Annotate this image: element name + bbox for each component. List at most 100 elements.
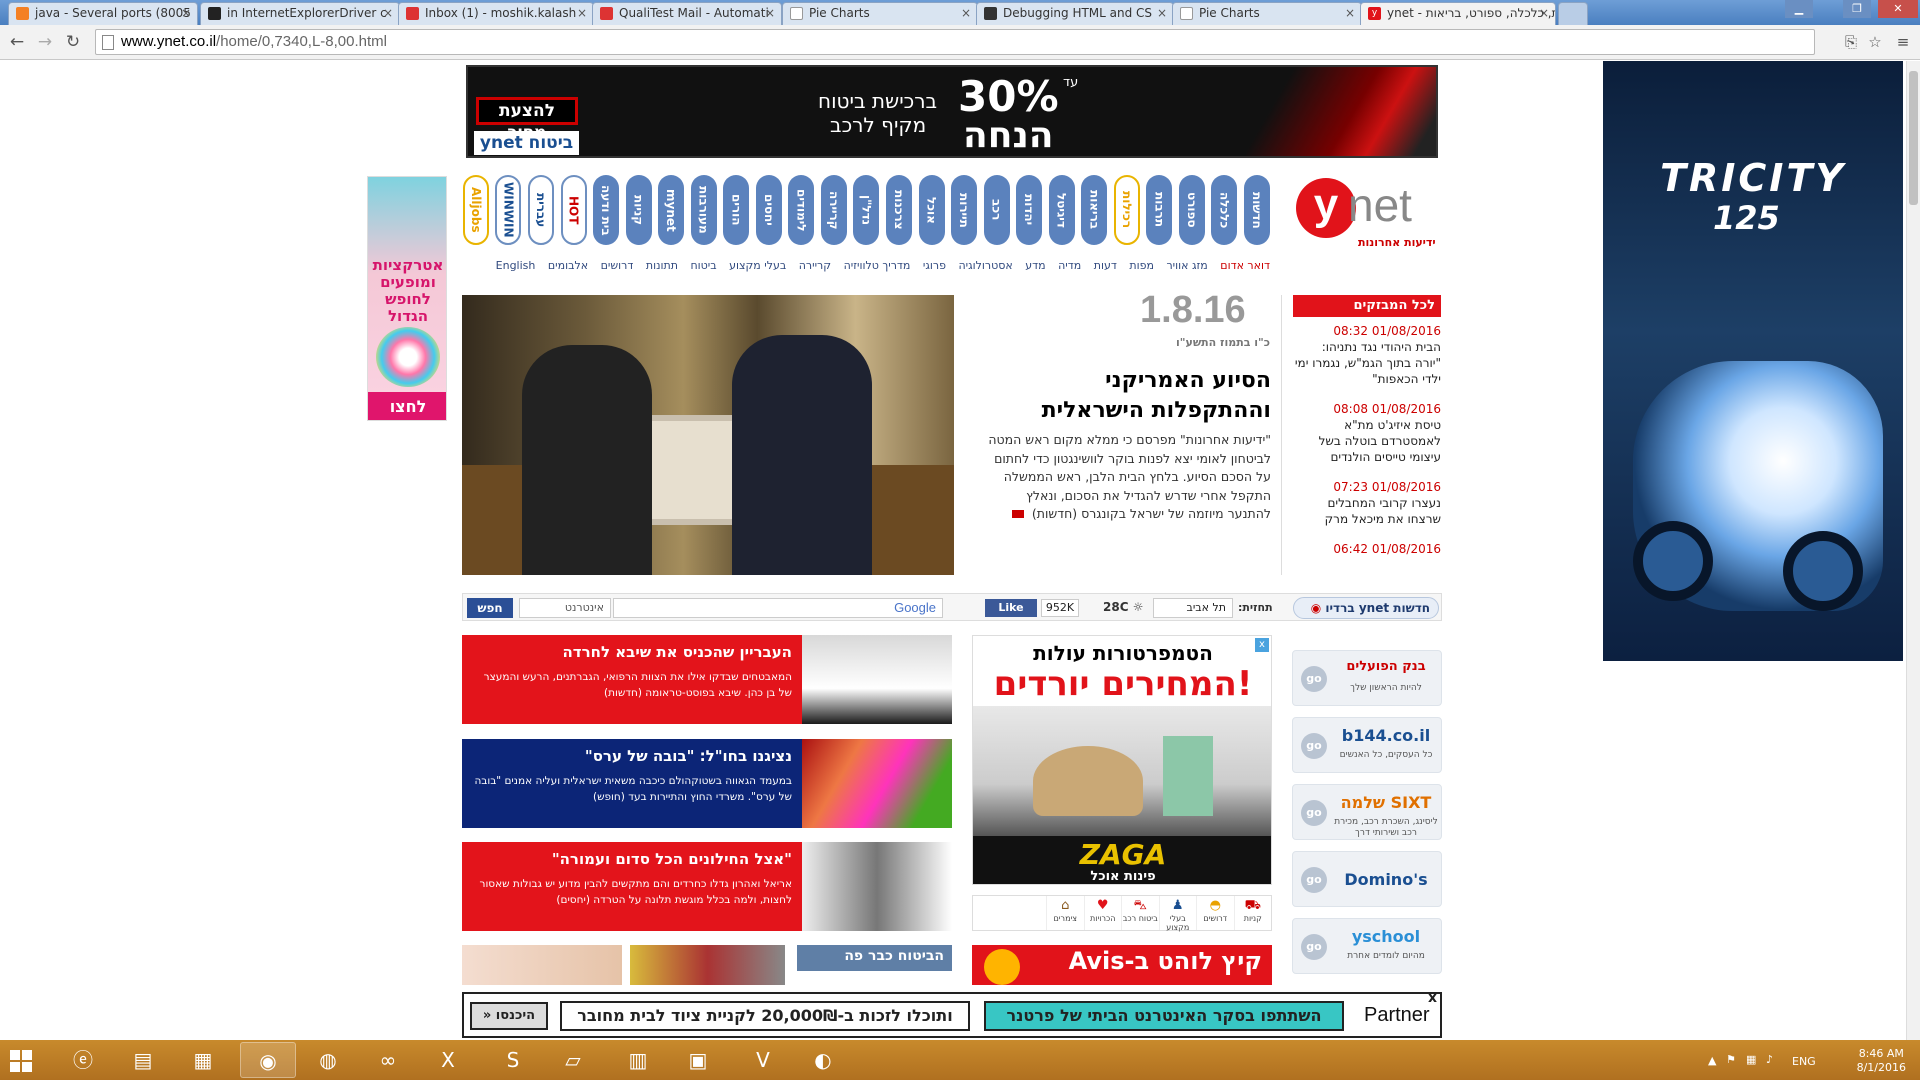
story-thumbnail[interactable] (630, 945, 785, 985)
radio-button[interactable]: חדשות ynet ברדיו ◉ (1293, 597, 1439, 619)
back-icon[interactable]: ← (6, 31, 28, 53)
store-icon[interactable]: ▦ (175, 1042, 231, 1078)
ticker-item[interactable]: 01/08/2016 06:42 (1293, 541, 1441, 557)
story-card[interactable]: נציגנו בחו"ל: "בובה של ערס" במעמד הגאווה… (462, 739, 952, 828)
flag-icon[interactable]: ⚑ (1726, 1053, 1736, 1066)
go-link-bank[interactable]: go בנק הפועלים להיות הראשון שלך (1292, 650, 1442, 706)
clock[interactable]: 8:46 AM 8/1/2016 (1857, 1047, 1906, 1075)
insurance-label[interactable]: הביטוח כבר פה (797, 945, 952, 971)
tray-arrow-icon[interactable]: ▲ (1708, 1054, 1716, 1067)
nav-pill-winwin[interactable]: WINWIN (495, 175, 522, 245)
quick-link[interactable]: מדריך טלוויזיה (844, 259, 911, 272)
nav-pill[interactable]: חדשות (1244, 175, 1270, 245)
ynet-logo[interactable]: y net ידיעות אחרונות (1296, 176, 1438, 256)
nav-pill[interactable]: צרכנות (885, 175, 912, 245)
close-icon[interactable]: × (961, 6, 971, 20)
search-input[interactable]: Google (613, 598, 943, 618)
vs-icon[interactable]: ∞ (360, 1042, 416, 1078)
restore-icon[interactable]: ❐ (1843, 0, 1871, 18)
bookmark-star-icon[interactable]: ☆ (1866, 33, 1884, 51)
nav-pill[interactable]: נדל"ן (853, 175, 880, 245)
quick-link[interactable]: מפות (1129, 259, 1154, 272)
city-select[interactable]: תל אביב (1153, 598, 1233, 618)
go-link-b144[interactable]: go b144.co.il כל העסקים, כל האנשים (1292, 717, 1442, 773)
nav-pill[interactable]: לימודים (788, 175, 815, 245)
top-banner-ad[interactable]: להצעת מחיר ynet ביטוח ברכישת ביטוח מקיף … (466, 65, 1438, 158)
side-ad-right[interactable]: TRICITY 125 (1603, 61, 1903, 661)
partner-banner[interactable]: היכנסו « ותוכלו לזכות ב-20,000₪ לקניית צ… (462, 990, 1442, 1038)
nav-pill[interactable]: רכילות (1113, 175, 1140, 245)
nav-pill[interactable]: יהדות (1016, 175, 1043, 245)
ad-cta-button[interactable]: לחצו (368, 392, 446, 420)
nav-pill[interactable]: תיירות (951, 175, 978, 245)
quick-link[interactable]: מדע (1025, 259, 1045, 272)
explorer-icon[interactable]: ▤ (115, 1042, 171, 1078)
nav-pill[interactable]: mynet (658, 175, 685, 245)
close-icon[interactable]: × (181, 6, 191, 20)
service-car-insurance[interactable]: ⛍ ביטוח רכב (1121, 896, 1159, 930)
address-bar[interactable]: www.ynet.co.il/home/0,7340,L-8,00.html (95, 29, 1815, 55)
quick-link[interactable]: English (496, 259, 536, 272)
quick-link[interactable]: קריירה (799, 259, 831, 272)
quick-link[interactable]: בעלי מקצוע (729, 259, 786, 272)
tab-5[interactable]: Pie Charts × (782, 2, 978, 25)
story-thumbnail[interactable] (462, 945, 622, 985)
quick-link[interactable]: פרוגי (923, 259, 946, 272)
quick-link[interactable]: דרושים (601, 259, 634, 272)
rdp-icon[interactable]: ▣ (670, 1042, 726, 1078)
ticker-item[interactable]: 01/08/2016 08:32 הבית היהודי נגד נתניהו: … (1293, 323, 1441, 387)
close-icon[interactable]: × (1157, 6, 1167, 20)
quick-link[interactable]: אסטרולוגיה (958, 259, 1012, 272)
notepad-icon[interactable]: ▱ (545, 1042, 601, 1078)
go-link-dominos[interactable]: go Domino's (1292, 851, 1442, 907)
service-pros[interactable]: ♟ בעלי מקצוע (1158, 896, 1197, 932)
firefox-icon[interactable]: ◍ (300, 1042, 356, 1078)
quick-link[interactable]: דואר אדום (1220, 259, 1270, 272)
chart-icon[interactable]: ▥ (610, 1042, 666, 1078)
service-dating[interactable]: ♥ הכרויות (1083, 896, 1122, 930)
nav-pill-ivrit[interactable]: עברית (527, 175, 554, 245)
avis-ad[interactable]: קיץ לוהט ב-Avis (972, 945, 1272, 985)
scrollbar-thumb[interactable] (1909, 71, 1918, 205)
close-icon[interactable]: × (577, 6, 587, 20)
quick-link[interactable]: מזג אוויר (1166, 259, 1207, 272)
go-link-yschool[interactable]: go yschool מהיום לומדים אחרת (1292, 918, 1442, 974)
main-headline[interactable]: הסיוע האמריקני וההתקפלות הישראלית (985, 366, 1271, 426)
main-story-photo[interactable] (462, 295, 954, 575)
tab-7[interactable]: Pie Charts × (1172, 2, 1362, 25)
service-jobs[interactable]: ◓ דרושים (1196, 896, 1234, 930)
video-camera-icon[interactable] (1011, 510, 1024, 518)
scrollbar[interactable] (1906, 61, 1920, 1040)
ticker-item[interactable]: 01/08/2016 08:08 טיסת איזיג'ט מת"א לאמסטר… (1293, 401, 1441, 465)
language-indicator[interactable]: ENG (1792, 1055, 1816, 1068)
quick-link[interactable]: דעות (1094, 259, 1117, 272)
menu-icon[interactable]: ≡ (1894, 33, 1912, 51)
tab-3[interactable]: Inbox (1) - moshik.kalash × (398, 2, 594, 25)
network-icon[interactable]: ▦ (1746, 1053, 1756, 1066)
nav-pill[interactable]: תרבות (1146, 175, 1173, 245)
search-scope-select[interactable]: אינטרנט (519, 598, 611, 618)
ie-icon[interactable]: ⓔ (55, 1042, 111, 1078)
skype-icon[interactable]: S (485, 1042, 541, 1078)
facebook-like-button[interactable]: Like (985, 599, 1037, 617)
quick-link[interactable]: אלבומים (548, 259, 588, 272)
eclipse-icon[interactable]: ◐ (795, 1042, 851, 1078)
search-button[interactable]: חפש (467, 598, 513, 618)
nav-pill-hot[interactable]: HOT (560, 175, 587, 245)
nav-pill[interactable]: מעורבות (690, 175, 717, 245)
story-card[interactable]: "אצל החילונים הכל סדום ועמורה" אריאל ואה… (462, 842, 952, 931)
quick-link[interactable]: תתונות (646, 259, 678, 272)
start-button[interactable] (10, 1050, 32, 1072)
tab-8-active[interactable]: y ynet - חדשות, כלכלה, ספורט, בריאות× (1360, 2, 1556, 26)
nav-pill[interactable]: קריירה (820, 175, 847, 245)
furniture-ad[interactable]: x הטמפרטורות עולות המחירים יורדים! ZAGA … (972, 635, 1272, 885)
ticker-item[interactable]: 01/08/2016 07:23 נעצרו קרובי המחבלים שרצח… (1293, 479, 1441, 527)
nav-pill[interactable]: הורים (723, 175, 750, 245)
quick-link[interactable]: מדיה (1058, 259, 1081, 272)
service-shopping[interactable]: ⛟ קניות (1233, 896, 1272, 930)
service-vacation[interactable]: ⌂ צימרים (1046, 896, 1084, 930)
tab-1[interactable]: java - Several ports (8005 × (8, 2, 198, 25)
nav-pill[interactable]: ספורט (1178, 175, 1205, 245)
nav-pill[interactable]: כלכלה (1211, 175, 1238, 245)
nav-pill[interactable]: בית ודעה (593, 175, 620, 245)
